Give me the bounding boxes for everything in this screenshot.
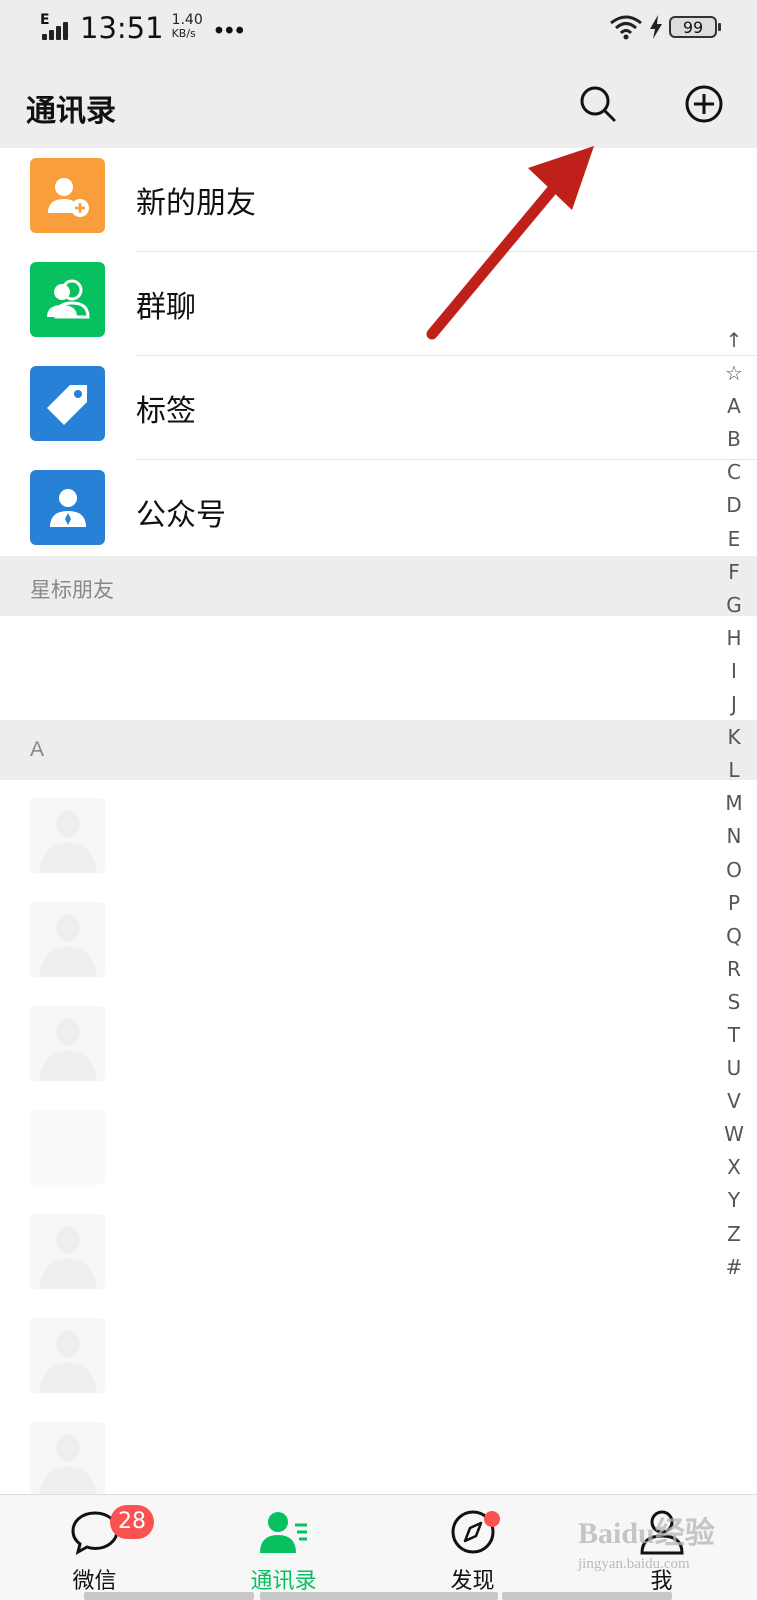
index-top[interactable]: ↑ [712, 324, 756, 357]
index-star[interactable]: ☆ [712, 357, 756, 390]
avatar [30, 1318, 105, 1393]
contact-row[interactable] [0, 1408, 700, 1497]
section-title: A [30, 738, 45, 761]
avatar [30, 798, 105, 873]
avatar [30, 1110, 105, 1185]
index-letter[interactable]: G [712, 589, 756, 622]
status-bar: E 13:51 1.40 KB/s ••• 99 [0, 0, 757, 60]
tab-label: 微信 [72, 1568, 117, 1593]
clock: 13:51 [80, 11, 164, 45]
unread-badge: 28 [110, 1505, 154, 1539]
section-header-a: A [0, 720, 757, 780]
index-letter[interactable]: H [712, 622, 756, 655]
battery-level: 99 [682, 17, 704, 37]
contact-row[interactable] [0, 1096, 700, 1200]
notification-dot [484, 1511, 500, 1527]
new-friends-label: 新的朋友 [136, 187, 256, 220]
index-letter[interactable]: V [712, 1085, 756, 1118]
index-letter[interactable]: A [712, 390, 756, 423]
avatar [30, 1006, 105, 1081]
official-account-icon [30, 470, 105, 545]
official-accounts-row[interactable]: 公众号 [0, 460, 757, 556]
tab-chats[interactable]: 28 微信 [0, 1495, 189, 1600]
index-letter[interactable]: R [712, 953, 756, 986]
group-chats-label: 群聊 [136, 291, 196, 324]
avatar [30, 902, 105, 977]
index-letter[interactable]: P [712, 887, 756, 920]
index-letter[interactable]: C [712, 456, 756, 489]
index-letter[interactable]: K [712, 721, 756, 754]
tags-row[interactable]: 标签 [0, 356, 757, 460]
app-header: 通讯录 [0, 60, 757, 148]
index-letter[interactable]: O [712, 854, 756, 887]
section-title: 星标朋友 [30, 579, 114, 602]
contact-row[interactable] [0, 1304, 700, 1408]
search-icon[interactable] [578, 84, 618, 124]
avatar [30, 1214, 105, 1289]
index-letter[interactable]: S [712, 986, 756, 1019]
home-indicator [260, 1592, 498, 1600]
index-letter[interactable]: W [712, 1118, 756, 1151]
baidu-watermark-logo: Baidu经验 jingyan.baidu.com [578, 1517, 715, 1572]
contact-row[interactable] [0, 784, 700, 888]
tab-label: 发现 [450, 1568, 495, 1593]
index-letter[interactable]: X [712, 1151, 756, 1184]
contacts-icon [259, 1512, 307, 1553]
index-letter[interactable]: N [712, 820, 756, 853]
contact-row[interactable] [0, 888, 700, 992]
index-letter[interactable]: E [712, 523, 756, 556]
section-header-starred: 星标朋友 [0, 556, 757, 616]
index-letter[interactable]: B [712, 423, 756, 456]
index-letter[interactable]: U [712, 1052, 756, 1085]
tags-label: 标签 [136, 395, 196, 428]
index-letter[interactable]: I [712, 655, 756, 688]
starred-empty-area [0, 616, 757, 720]
index-hash[interactable]: # [712, 1251, 756, 1284]
index-letter[interactable]: D [712, 489, 756, 522]
index-letter[interactable]: J [712, 688, 756, 721]
home-indicator [502, 1592, 672, 1600]
network-speed: 1.40 KB/s [171, 12, 203, 40]
group-chats-row[interactable]: 群聊 [0, 252, 757, 356]
tab-discover[interactable]: 发现 [378, 1495, 567, 1600]
tag-icon [30, 366, 105, 441]
contact-row[interactable] [0, 992, 700, 1096]
index-letter[interactable]: Y [712, 1184, 756, 1217]
network-type: E [40, 12, 50, 28]
wifi-icon [610, 15, 642, 40]
group-icon [30, 262, 105, 337]
index-letter[interactable]: Q [712, 920, 756, 953]
page-title: 通讯录 [26, 95, 116, 128]
new-friends-row[interactable]: 新的朋友 [0, 148, 757, 252]
home-indicator [84, 1592, 254, 1600]
index-letter[interactable]: Z [712, 1218, 756, 1251]
contact-row[interactable] [0, 1200, 700, 1304]
index-letter[interactable]: M [712, 787, 756, 820]
index-letter[interactable]: L [712, 754, 756, 787]
alphabet-index[interactable]: ↑ ☆ A B C D E F G H I J K L M N O P Q R … [712, 324, 756, 1284]
tab-contacts[interactable]: 通讯录 [189, 1495, 378, 1600]
signal-icon: E [40, 12, 76, 46]
tab-label: 通讯录 [250, 1568, 317, 1593]
add-friend-icon [30, 158, 105, 233]
avatar [30, 1422, 105, 1497]
index-letter[interactable]: T [712, 1019, 756, 1052]
more-notifications-icon: ••• [214, 17, 246, 44]
official-accounts-label: 公众号 [136, 499, 226, 532]
battery-icon: 99 [669, 16, 721, 38]
charging-icon [650, 15, 662, 39]
index-letter[interactable]: F [712, 556, 756, 589]
add-circle-icon[interactable] [684, 84, 724, 124]
